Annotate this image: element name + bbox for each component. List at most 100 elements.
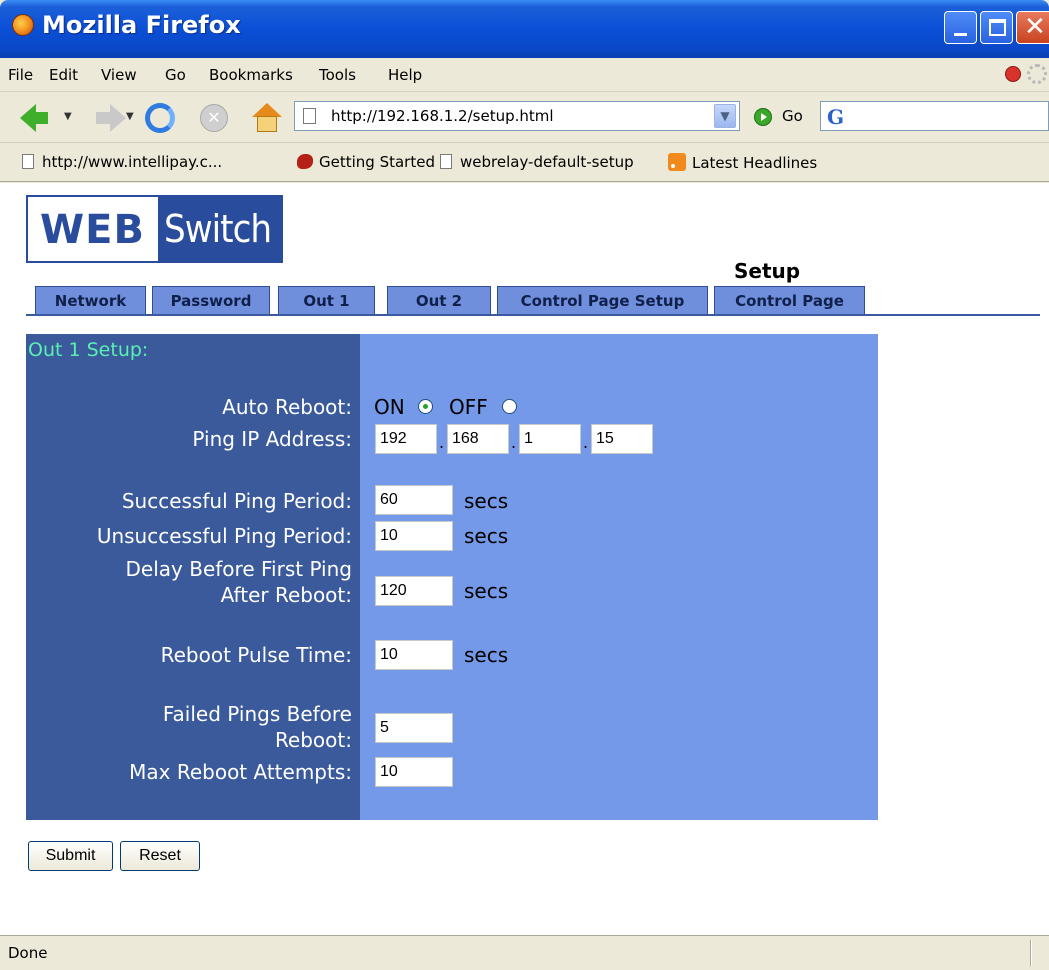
delay-first-ping-input[interactable]: 120 [375, 576, 453, 606]
bookmark-label: Getting Started [319, 153, 435, 171]
title-bar[interactable]: Mozilla Firefox ✕ [0, 0, 1049, 58]
back-history-dropdown-icon[interactable]: ▼ [64, 111, 72, 122]
ping-ip-octet-4[interactable]: 15 [591, 424, 653, 454]
reload-icon[interactable] [145, 103, 175, 133]
tab-out-2[interactable]: Out 2 [387, 286, 491, 316]
ping-ip-octet-3[interactable]: 1 [519, 424, 581, 454]
tab-out-1[interactable]: Out 1 [278, 286, 375, 316]
delay-first-ping-unit: secs [464, 579, 509, 603]
status-separator [1030, 940, 1032, 966]
page-heading: Setup [734, 259, 801, 283]
home-body-icon [257, 116, 277, 132]
reset-button[interactable]: Reset [120, 841, 200, 871]
successful-ping-unit: secs [464, 489, 509, 513]
ip-dot: . [511, 433, 517, 452]
close-button[interactable]: ✕ [1016, 11, 1049, 44]
menu-tools[interactable]: Tools [319, 66, 356, 84]
status-text: Done [8, 944, 48, 962]
max-reboot-input[interactable]: 10 [375, 757, 453, 787]
panel-title: Out 1 Setup: [28, 339, 149, 361]
go-button[interactable]: Go [752, 104, 812, 130]
page-icon [440, 154, 452, 169]
unsuccessful-ping-label: Unsuccessful Ping Period: [96, 524, 352, 548]
status-bar: Done [0, 935, 1049, 970]
go-label: Go [782, 107, 803, 125]
menu-bookmarks[interactable]: Bookmarks [209, 66, 293, 84]
tab-control-page[interactable]: Control Page [714, 286, 865, 316]
browser-window: Mozilla Firefox ✕ File Edit View Go Book… [0, 0, 1049, 970]
bookmark-label: http://www.intellipay.c... [42, 153, 223, 171]
submit-button[interactable]: Submit [28, 841, 113, 871]
minimize-icon [954, 33, 967, 36]
bookmark-getting-started[interactable]: Getting Started [297, 153, 435, 171]
home-roof-icon [252, 103, 282, 117]
auto-reboot-label: Auto Reboot: [222, 395, 352, 419]
home-icon[interactable] [252, 103, 282, 133]
failed-pings-input[interactable]: 5 [375, 713, 453, 743]
reboot-pulse-label: Reboot Pulse Time: [160, 643, 352, 667]
tab-network[interactable]: Network [35, 286, 146, 316]
url-text[interactable]: http://192.168.1.2/setup.html [331, 107, 554, 125]
google-search-icon[interactable]: G [827, 105, 844, 129]
bookmarks-toolbar: http://www.intellipay.c... Getting Start… [0, 144, 1049, 182]
tab-control-page-setup[interactable]: Control Page Setup [497, 286, 708, 316]
auto-reboot-on-radio[interactable] [418, 399, 433, 414]
delay-first-ping-label-cont: After Reboot: [220, 583, 352, 607]
ping-ip-octet-2[interactable]: 168 [447, 424, 509, 454]
ip-dot: . [583, 433, 589, 452]
delay-first-ping-label: Delay Before First Ping [125, 557, 352, 581]
auto-reboot-on-label: ON [374, 395, 405, 419]
successful-ping-input[interactable]: 60 [375, 485, 453, 515]
maximize-button[interactable] [980, 11, 1013, 44]
window-title: Mozilla Firefox [42, 11, 241, 39]
forward-history-dropdown-icon[interactable]: ▼ [126, 111, 134, 122]
bookmark-webrelay-default-setup[interactable]: webrelay-default-setup [440, 153, 634, 171]
auto-reboot-off-label: OFF [449, 395, 488, 419]
close-icon: ✕ [1024, 12, 1046, 42]
throbber-icon [1027, 64, 1047, 84]
maximize-icon [989, 19, 1006, 36]
back-arrow-icon[interactable] [20, 104, 48, 132]
reboot-pulse-input[interactable]: 10 [375, 640, 453, 670]
rss-icon [668, 153, 686, 171]
setup-form-panel: Out 1 Setup: Auto Reboot: Ping IP Addres… [26, 334, 878, 820]
url-bar[interactable]: http://192.168.1.2/setup.html [294, 101, 740, 131]
webswitch-logo: WEB Switch [26, 195, 283, 263]
ping-ip-label: Ping IP Address: [192, 427, 352, 451]
reboot-pulse-unit: secs [464, 643, 509, 667]
max-reboot-label: Max Reboot Attempts: [129, 760, 352, 784]
firefox-icon [297, 154, 313, 169]
menu-file[interactable]: File [8, 66, 33, 84]
go-arrow-icon [754, 108, 772, 126]
search-box[interactable]: G [820, 101, 1049, 131]
bookmark-label: Latest Headlines [692, 154, 818, 172]
menu-bar: File Edit View Go Bookmarks Tools Help [0, 58, 1049, 92]
successful-ping-label: Successful Ping Period: [121, 489, 352, 513]
alert-icon [1005, 66, 1021, 82]
forward-arrow-icon[interactable] [96, 104, 126, 132]
page-icon [303, 108, 316, 124]
minimize-button[interactable] [944, 11, 977, 44]
stop-icon[interactable]: ✕ [200, 104, 228, 132]
unsuccessful-ping-unit: secs [464, 524, 509, 548]
menu-view[interactable]: View [101, 66, 137, 84]
bookmark-intellipay[interactable]: http://www.intellipay.c... [22, 153, 222, 171]
tab-password[interactable]: Password [152, 286, 270, 316]
page-content: WEB Switch Setup Network Password Out 1 … [0, 183, 1049, 935]
tabs-underline [26, 314, 1040, 316]
menu-go[interactable]: Go [165, 66, 186, 84]
menu-edit[interactable]: Edit [49, 66, 78, 84]
menu-help[interactable]: Help [388, 66, 422, 84]
logo-switch-block: Switch [158, 197, 283, 261]
bookmark-label: webrelay-default-setup [460, 153, 634, 171]
url-dropdown-button[interactable]: ▼ [714, 104, 736, 128]
ping-ip-octet-1[interactable]: 192 [375, 424, 437, 454]
bookmark-latest-headlines[interactable]: Latest Headlines [668, 153, 817, 172]
auto-reboot-off-radio[interactable] [502, 399, 517, 414]
firefox-icon [12, 14, 34, 36]
unsuccessful-ping-input[interactable]: 10 [375, 521, 453, 551]
ip-dot: . [439, 433, 445, 452]
failed-pings-label: Failed Pings Before [162, 702, 352, 726]
logo-switch-text: Switch [164, 207, 272, 251]
logo-web-text: WEB [40, 207, 145, 253]
